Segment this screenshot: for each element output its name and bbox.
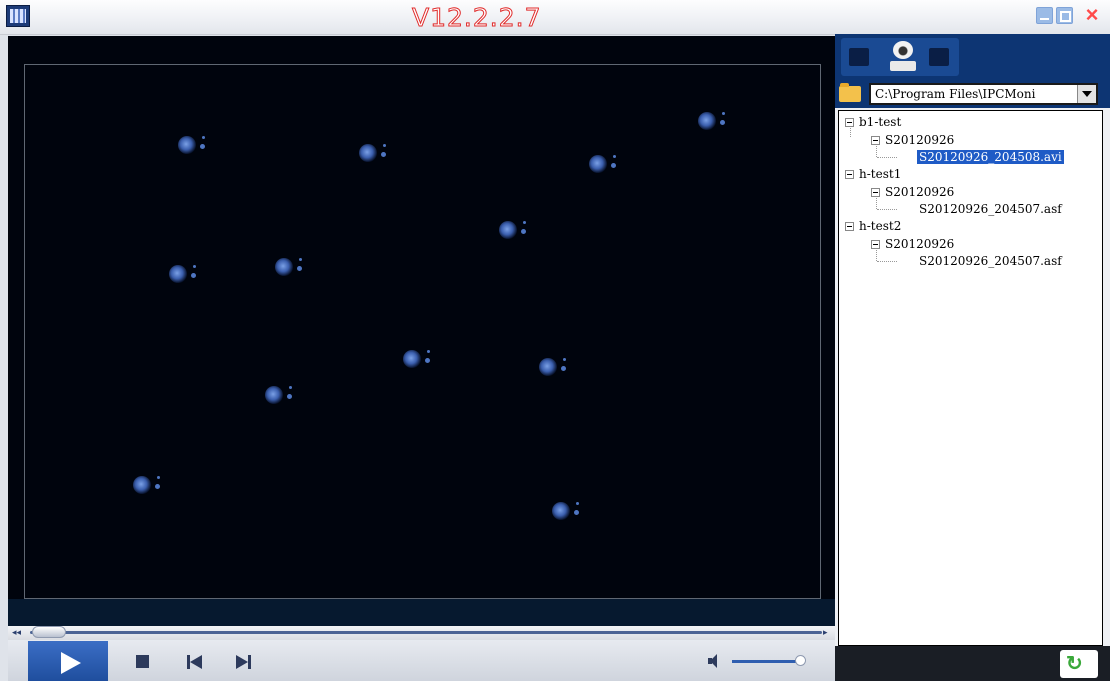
- collapse-icon[interactable]: [845, 170, 854, 179]
- chevron-down-icon[interactable]: [1077, 85, 1096, 103]
- tree-connector: [877, 157, 897, 159]
- video-particle: [275, 258, 302, 276]
- path-row: C:\Program Files\IPCMoni: [835, 80, 1110, 108]
- file-browser-panel: C:\Program Files\IPCMoni b1-test S201209…: [835, 34, 1110, 681]
- title-bar: V12.2.2.7 ×: [0, 0, 1110, 35]
- forward-icon[interactable]: ▸: [823, 627, 828, 638]
- maximize-button[interactable]: [1056, 7, 1073, 24]
- tree-connector: [876, 195, 878, 209]
- collapse-icon[interactable]: [845, 118, 854, 127]
- file-tree[interactable]: b1-test S20120926 S20120926_204508.avi h…: [838, 110, 1103, 646]
- refresh-button[interactable]: ↻: [1060, 650, 1098, 678]
- app-icon[interactable]: [6, 5, 30, 27]
- panel-header: [835, 34, 1110, 80]
- control-bar: [8, 640, 835, 681]
- volume-slider[interactable]: [732, 660, 804, 663]
- tree-item-file[interactable]: S20120926_204507.asf: [919, 254, 1062, 270]
- panel-footer: ↻: [835, 646, 1110, 681]
- video-particle: [539, 358, 566, 376]
- stop-button[interactable]: [131, 650, 155, 674]
- camera-tab-strip[interactable]: [841, 38, 959, 76]
- collapse-icon[interactable]: [871, 240, 880, 249]
- video-display[interactable]: [8, 36, 835, 626]
- close-icon: ×: [1085, 2, 1099, 27]
- collapse-icon[interactable]: [845, 222, 854, 231]
- tree-item-file[interactable]: S20120926_204508.avi: [917, 150, 1064, 166]
- path-value: C:\Program Files\IPCMoni: [875, 87, 1036, 101]
- video-particle: [499, 221, 526, 239]
- tree-connector: [877, 261, 897, 263]
- video-particle: [178, 136, 205, 154]
- minimize-button[interactable]: [1036, 7, 1053, 24]
- video-particle: [359, 144, 386, 162]
- close-button[interactable]: ×: [1078, 4, 1106, 26]
- refresh-icon: ↻: [1066, 653, 1083, 675]
- seek-thumb[interactable]: [32, 626, 66, 638]
- camera-slot-right[interactable]: [929, 48, 949, 66]
- video-particle: [403, 350, 430, 368]
- previous-button[interactable]: [182, 650, 206, 674]
- seek-track[interactable]: [30, 631, 822, 634]
- collapse-icon[interactable]: [871, 136, 880, 145]
- video-particle: [552, 502, 579, 520]
- stop-icon: [136, 655, 149, 668]
- play-button[interactable]: [28, 641, 108, 681]
- volume-icon[interactable]: [708, 654, 722, 668]
- video-particle: [133, 476, 160, 494]
- next-button[interactable]: [231, 650, 255, 674]
- play-icon: [61, 652, 81, 674]
- video-particle: [698, 112, 725, 130]
- tree-connector: [877, 209, 897, 211]
- video-particle: [265, 386, 292, 404]
- video-frame: [24, 64, 821, 599]
- tree-connector: [876, 143, 878, 157]
- video-particle: [589, 155, 616, 173]
- volume-thumb[interactable]: [794, 655, 806, 666]
- path-select[interactable]: C:\Program Files\IPCMoni: [869, 83, 1098, 105]
- tree-item-file[interactable]: S20120926_204507.asf: [919, 202, 1062, 218]
- tree-connector: [876, 247, 878, 261]
- version-title: V12.2.2.7: [411, 3, 542, 33]
- folder-icon[interactable]: [839, 83, 861, 102]
- collapse-icon[interactable]: [871, 188, 880, 197]
- ip-camera-icon[interactable]: [888, 41, 918, 73]
- rewind-icon[interactable]: ◂◂: [12, 627, 21, 638]
- camera-slot-left[interactable]: [849, 48, 869, 66]
- video-particle: [169, 265, 196, 283]
- video-bottom-band: [8, 599, 835, 626]
- seek-bar[interactable]: ◂◂ ▸: [8, 626, 835, 640]
